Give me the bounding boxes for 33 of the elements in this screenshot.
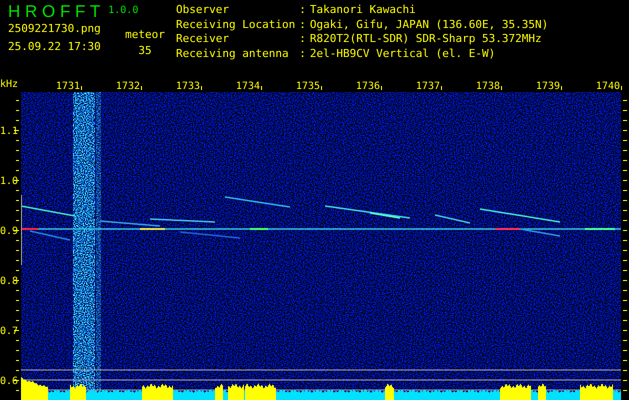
x-tick-label: 1736 (356, 81, 380, 92)
x-tick-label: 1740 (596, 81, 620, 92)
file-name: 2509221730.png (8, 23, 102, 35)
x-tick-label: 1739 (536, 81, 560, 92)
info-value: R820T2(RTL-SDR) SDR-Sharp 53.372MHz (310, 33, 543, 47)
info-label: Receiver (176, 33, 230, 47)
x-tick-label: 1732 (116, 81, 140, 92)
info-separator: : (299, 4, 306, 18)
count-label: meteor (125, 29, 165, 41)
info-label: Observer (176, 4, 230, 18)
x-tick-label: 1738 (476, 81, 500, 92)
x-tick-label: 1734 (236, 81, 260, 92)
date-time: 25.09.22 17:30 (8, 41, 102, 53)
info-value: 2el-HB9CV Vertical (el. E-W) (310, 48, 496, 62)
y-tick-label: 0.7 (0, 326, 18, 337)
info-label: Receiving antenna (176, 48, 290, 62)
x-tick-label: 1733 (176, 81, 200, 92)
info-label: Receiving Location (176, 18, 296, 32)
y-tick-label: 0.6 (0, 376, 18, 387)
x-tick-label: 1735 (296, 81, 320, 92)
y-tick-label: 1.1 (0, 126, 18, 137)
version-label: 1.0.0 (108, 5, 138, 17)
info-separator: : (299, 18, 306, 32)
x-tick-label: 1731 (56, 81, 80, 92)
axis-unit: kHz (0, 79, 18, 90)
info-value: Takanori Kawachi (310, 4, 417, 18)
x-tick-label: 1737 (416, 81, 440, 92)
info-value: Ogaki, Gifu, JAPAN (136.60E, 35.35N) (310, 18, 548, 32)
info-separator: : (299, 48, 306, 62)
y-tick-label: 0.8 (0, 276, 18, 287)
app-title: H R O F F T (8, 3, 100, 21)
info-separator: : (299, 33, 306, 47)
count-value: 35 (138, 45, 152, 57)
